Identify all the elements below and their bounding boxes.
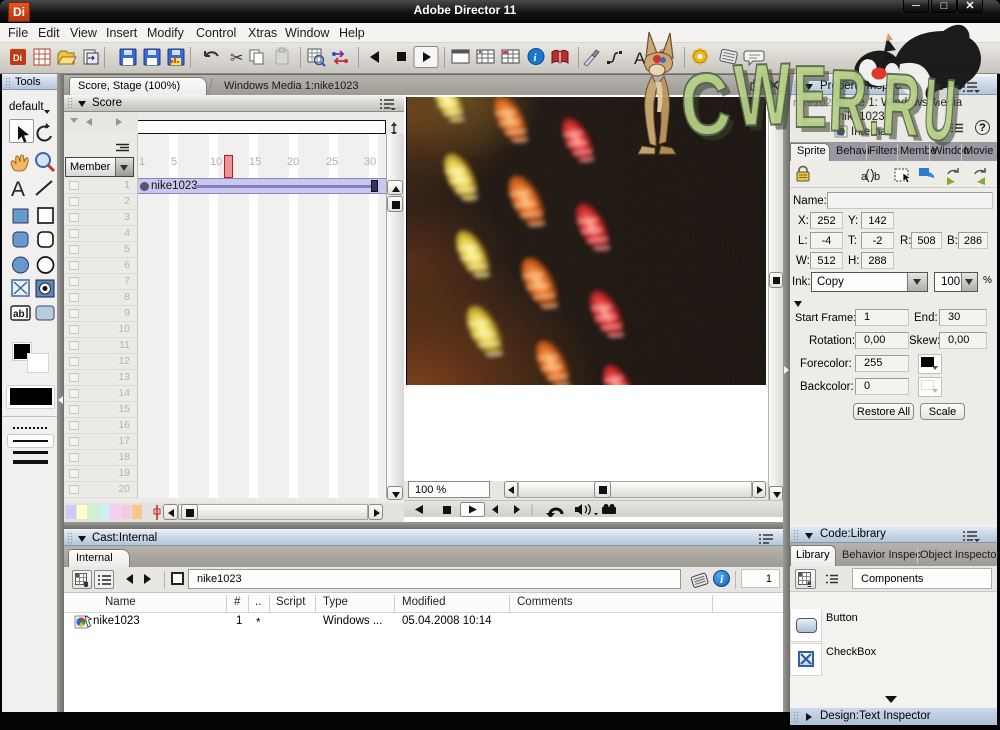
svg-text:✂: ✂ [230,50,243,67]
svg-text:ab: ab [13,309,25,320]
svg-text:A: A [11,178,25,201]
svg-text:Di: Di [13,53,22,63]
svg-text:b: b [874,171,880,183]
svg-text:A: A [634,49,646,68]
